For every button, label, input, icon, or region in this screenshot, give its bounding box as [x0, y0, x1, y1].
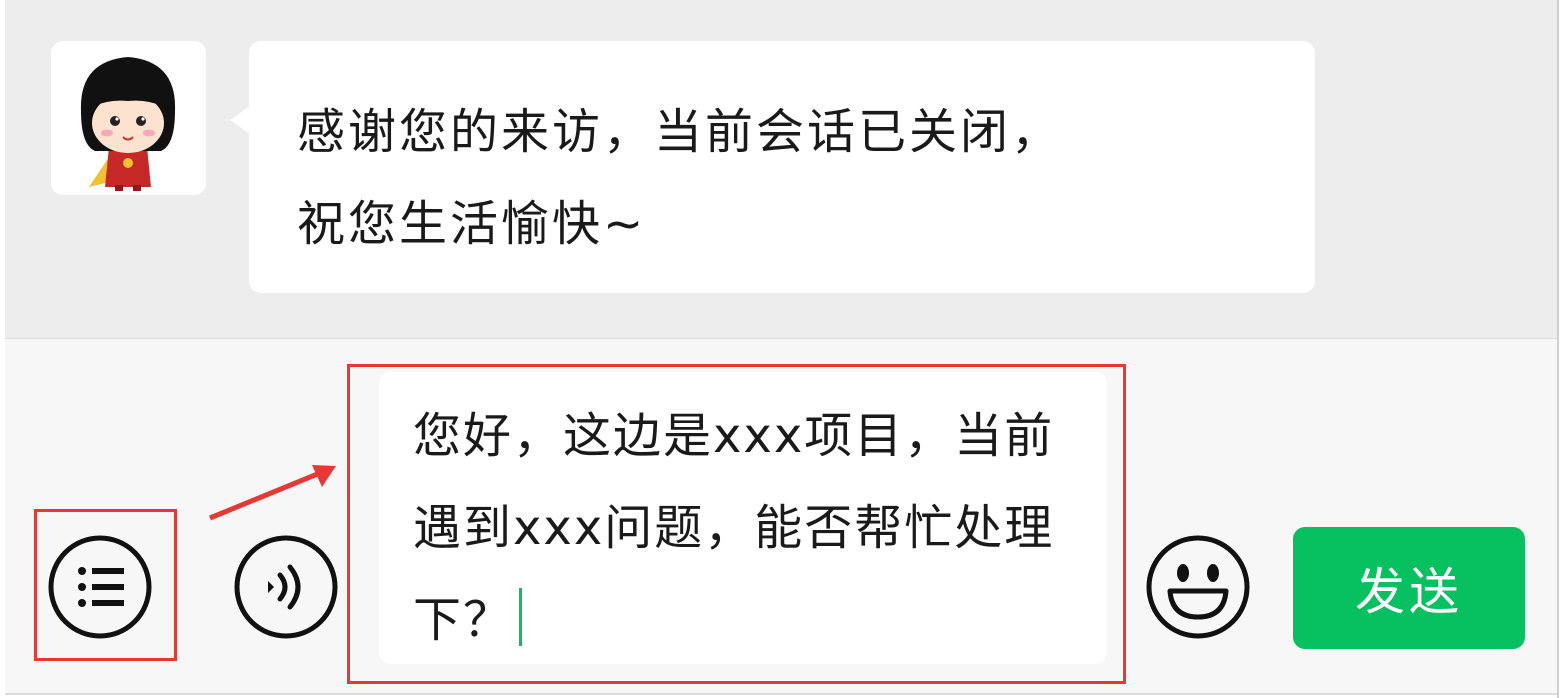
agent-message-bubble: 感谢您的来访，当前会话已关闭， 祝您生活愉快~ — [249, 41, 1315, 293]
annotation-arrow-icon — [209, 465, 336, 521]
cartoon-girl-avatar-icon — [80, 57, 176, 191]
highlight-menu-box — [34, 509, 177, 661]
message-line-2: 祝您生活愉快~ — [297, 196, 647, 252]
highlight-input-box — [347, 364, 1126, 684]
bottom-divider — [5, 693, 1558, 695]
message-text: 感谢您的来访，当前会话已关闭， 祝您生活愉快~ — [297, 86, 1285, 270]
send-button[interactable]: 发送 — [1293, 527, 1525, 649]
smiley-emoji-icon[interactable] — [1146, 535, 1250, 639]
message-line-1: 感谢您的来访，当前会话已关闭， — [297, 104, 1063, 160]
voice-input-icon[interactable] — [234, 535, 338, 639]
message-bubble-tail — [230, 106, 250, 134]
agent-avatar[interactable] — [51, 41, 206, 195]
right-divider — [1557, 0, 1559, 698]
